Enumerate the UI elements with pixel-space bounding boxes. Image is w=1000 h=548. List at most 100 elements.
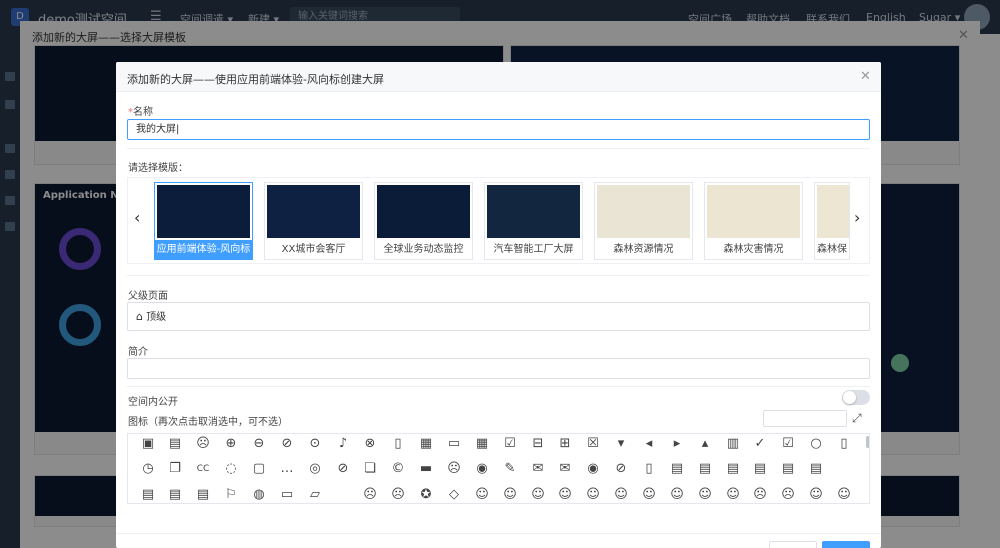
calendar-plus-icon[interactable]: ⊞ xyxy=(557,436,573,452)
template-option[interactable]: 森林灾害情况 xyxy=(704,182,803,260)
file-image-icon[interactable]: ▤ xyxy=(780,461,796,477)
envelope-open-icon[interactable]: ✉ xyxy=(557,461,573,477)
check-circle-icon[interactable]: ✓ xyxy=(752,436,768,452)
contact-card-icon[interactable]: ▣ xyxy=(140,436,156,452)
eye-icon[interactable]: ◉ xyxy=(585,461,601,477)
copy-icon[interactable]: ❐ xyxy=(167,461,183,477)
edit-icon[interactable]: ✎ xyxy=(502,461,518,477)
sad-tear-icon[interactable]: ☹ xyxy=(780,487,796,503)
chats-icon[interactable]: ◎ xyxy=(307,461,323,477)
icon-search-input[interactable] xyxy=(763,410,847,427)
circle-icon[interactable]: ○ xyxy=(808,436,824,452)
angry-icon[interactable]: ☹ xyxy=(390,487,406,503)
clock-icon[interactable]: ◷ xyxy=(140,461,156,477)
grin-icon[interactable]: ☺ xyxy=(502,487,518,503)
credit-card-icon[interactable]: ▬ xyxy=(418,461,434,477)
frown-open-icon[interactable]: ☹ xyxy=(752,487,768,503)
template-option[interactable]: XX城市会客厅 xyxy=(264,182,363,260)
template-option[interactable]: 汽车智能工厂大屏 xyxy=(484,182,583,260)
file-slides-icon[interactable]: ▤ xyxy=(167,487,183,503)
template-name: 汽车智能工厂大屏 xyxy=(493,244,574,255)
record-circle-icon[interactable]: ◉ xyxy=(474,461,490,477)
grin-squint-icon[interactable]: ☺ xyxy=(641,487,657,503)
star-face-icon[interactable]: ✪ xyxy=(418,487,434,503)
caret-left-square-icon[interactable]: ◂ xyxy=(641,436,657,452)
chat-dots-icon[interactable]: … xyxy=(279,461,295,477)
cc-icon[interactable]: CC xyxy=(195,461,211,477)
grin-tongue-icon[interactable]: ☺ xyxy=(613,487,629,503)
hdd-icon[interactable]: ◍ xyxy=(251,487,267,503)
name-input[interactable]: 我的大屏| xyxy=(127,119,870,140)
copyright-icon[interactable]: © xyxy=(390,461,406,477)
building-icon[interactable]: ▦ xyxy=(418,436,434,452)
bell-icon[interactable]: ♪ xyxy=(335,436,351,452)
caret-down-square-icon[interactable]: ▾ xyxy=(613,436,629,452)
file-text-icon[interactable]: ▤ xyxy=(669,461,685,477)
calendar-icon[interactable]: ▭ xyxy=(446,436,462,452)
bell-off-icon[interactable]: ⊗ xyxy=(362,436,378,452)
caret-right-square-icon[interactable]: ▸ xyxy=(669,436,685,452)
chat-square-icon[interactable]: ▢ xyxy=(251,461,267,477)
sad-face-icon[interactable]: ☹ xyxy=(195,436,211,452)
bookmark-icon[interactable]: ▯ xyxy=(390,436,406,452)
file-word-icon[interactable]: ▤ xyxy=(195,487,211,503)
calendar-grid-icon[interactable]: ▦ xyxy=(474,436,490,452)
bar-chart-icon[interactable]: ▥ xyxy=(725,436,741,452)
calendar-x-icon[interactable]: ☒ xyxy=(585,436,601,452)
chat-bubble-icon[interactable]: ◌ xyxy=(223,461,239,477)
home-icon: ⌂ xyxy=(136,310,143,323)
envelope-icon[interactable]: ✉ xyxy=(530,461,546,477)
chevron-right-icon[interactable]: › xyxy=(854,208,860,227)
arrow-down-circle-icon[interactable]: ⊕ xyxy=(223,436,239,452)
confirm-button[interactable] xyxy=(822,541,870,548)
file-excel-icon[interactable]: ▤ xyxy=(697,461,713,477)
frown-icon[interactable]: ☹ xyxy=(362,487,378,503)
calendar-minus-icon[interactable]: ⊟ xyxy=(530,436,546,452)
template-option[interactable]: 森林保 xyxy=(814,182,850,260)
template-option[interactable]: 应用前端体验-风向标 xyxy=(154,182,253,260)
public-toggle[interactable] xyxy=(842,390,870,405)
parent-page-select[interactable]: ⌂ 顶级 xyxy=(127,302,870,331)
template-option[interactable]: 森林资源情况 xyxy=(594,182,693,260)
smile-beam-icon[interactable]: ☺ xyxy=(836,487,852,503)
meh-icon[interactable]: ☺ xyxy=(725,487,741,503)
grin-stars-icon[interactable]: ☺ xyxy=(585,487,601,503)
file-icon[interactable]: ▯ xyxy=(641,461,657,477)
file-ppt-icon[interactable]: ▤ xyxy=(140,487,156,503)
file-x-icon[interactable]: ▤ xyxy=(752,461,768,477)
grimace-icon[interactable]: ☺ xyxy=(474,487,490,503)
icon-grid-scrollbar[interactable] xyxy=(866,436,869,448)
arrow-left-circle-icon[interactable]: ⊖ xyxy=(251,436,267,452)
flag-icon[interactable]: ⚐ xyxy=(223,487,239,503)
clipboard-icon[interactable]: ▯ xyxy=(836,436,852,452)
gem-icon[interactable]: ◇ xyxy=(446,487,462,503)
template-option[interactable]: 全球业务动态监控 xyxy=(374,182,473,260)
grin-wink-icon[interactable]: ☺ xyxy=(557,487,573,503)
chevron-left-icon[interactable]: ‹ xyxy=(134,208,140,227)
id-card-icon[interactable]: ▤ xyxy=(167,436,183,452)
grin-tears-icon[interactable]: ☺ xyxy=(669,487,685,503)
dialog-header: 添加新的大屏——使用应用前端体验-风向标创建大屏 ✕ xyxy=(116,62,881,92)
arrow-up-circle-icon[interactable]: ⊙ xyxy=(307,436,323,452)
laugh-icon[interactable]: ☺ xyxy=(697,487,713,503)
template-thumbnail xyxy=(707,185,800,238)
close-icon[interactable]: ✕ xyxy=(860,69,871,84)
eye-off-icon[interactable]: ⊘ xyxy=(613,461,629,477)
file-pdf-icon[interactable]: ▤ xyxy=(808,461,824,477)
expand-icon[interactable]: ⤢ xyxy=(852,411,862,426)
folder-icon[interactable]: ▭ xyxy=(279,487,295,503)
check-square-icon[interactable]: ☑ xyxy=(780,436,796,452)
file-code-icon[interactable]: ▤ xyxy=(725,461,741,477)
calendar-check-icon[interactable]: ☑ xyxy=(502,436,518,452)
template-carousel: ‹ 应用前端体验-风向标 XX城市会客厅 全球业务动态监控 汽车智能工厂大屏 森… xyxy=(127,177,870,264)
files-icon[interactable]: ❏ xyxy=(362,461,378,477)
smile-icon[interactable]: ☺ xyxy=(808,487,824,503)
grin-beam-icon[interactable]: ☺ xyxy=(530,487,546,503)
folder-open-icon[interactable]: ▱ xyxy=(307,487,323,503)
caret-up-square-icon[interactable]: ▴ xyxy=(697,436,713,452)
cancel-button[interactable] xyxy=(769,541,817,548)
arrow-right-circle-icon[interactable]: ⊘ xyxy=(279,436,295,452)
compass-icon[interactable]: ⊘ xyxy=(335,461,351,477)
sad-face-2-icon[interactable]: ☹ xyxy=(446,461,462,477)
intro-input[interactable] xyxy=(127,358,870,379)
